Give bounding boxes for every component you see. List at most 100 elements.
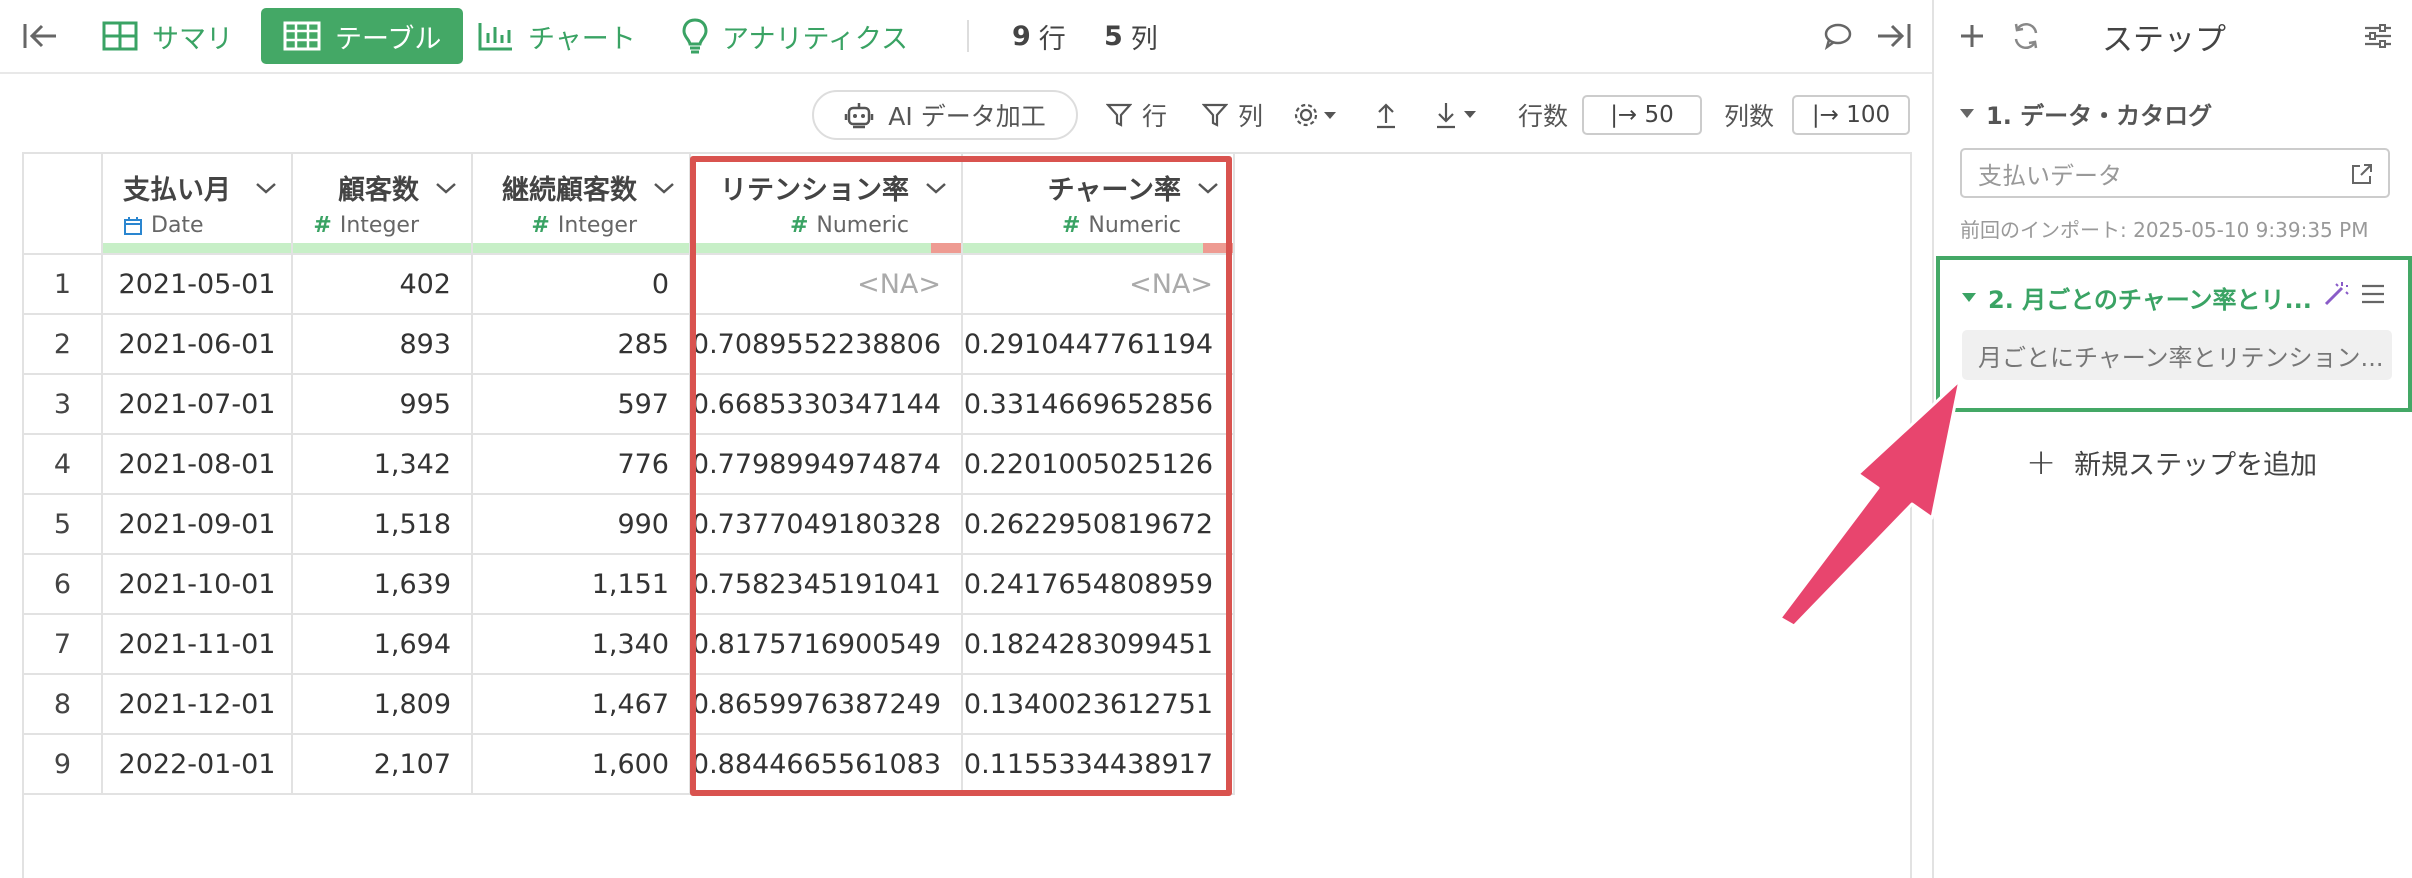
row-filter-button[interactable]: 行 xyxy=(1106,90,1167,140)
cell-retained[interactable]: 1,340 xyxy=(472,614,691,675)
cell-date[interactable]: 2021-11-01 xyxy=(102,614,293,675)
cell-date[interactable]: 2022-01-01 xyxy=(102,734,293,795)
refresh-icon[interactable] xyxy=(2006,16,2046,56)
cell-retention-rate[interactable]: 0.8844665561083 xyxy=(690,734,963,795)
settings-dropdown[interactable] xyxy=(1294,90,1340,140)
cell-churn-rate[interactable]: 0.2910447761194 xyxy=(962,314,1235,375)
table-row: 9 2022-01-01 2,107 1,600 0.8844665561083… xyxy=(24,734,1235,795)
cols-limit-label: 列数 xyxy=(1724,102,1775,131)
chevron-down-icon[interactable] xyxy=(653,181,675,195)
cell-retention-rate[interactable]: 0.7798994974874 xyxy=(690,434,963,495)
rows-limit-label: 行数 xyxy=(1518,102,1569,131)
cell-retained[interactable]: 1,151 xyxy=(472,554,691,615)
cell-churn-rate[interactable]: 0.3314669652856 xyxy=(962,374,1235,435)
download-dropdown[interactable] xyxy=(1434,90,1482,140)
step-2-title: 2. 月ごとのチャーン率とリ... xyxy=(1988,286,2312,314)
cell-date[interactable]: 2021-08-01 xyxy=(102,434,293,495)
magic-wand-icon[interactable] xyxy=(2322,280,2350,308)
column-header-churn-rate[interactable]: チャーン率 # Numeric xyxy=(962,154,1235,255)
cell-retention-rate[interactable]: 0.8659976387249 xyxy=(690,674,963,735)
cell-retention-rate[interactable]: 0.8175716900549 xyxy=(690,614,963,675)
robot-icon xyxy=(844,100,874,130)
steps-panel: ステップ 1. データ・カタログ 支払いデータ 前回のインポート: 2025-0… xyxy=(1932,0,2412,878)
chevron-down-icon[interactable] xyxy=(255,181,277,195)
cell-retained[interactable]: 1,467 xyxy=(472,674,691,735)
step-2-card[interactable]: 2. 月ごとのチャーン率とリ... 月ごとにチャーン率とリテンション... xyxy=(1936,256,2412,412)
bulb-icon xyxy=(682,18,708,54)
cell-retention-rate[interactable]: 0.6685330347144 xyxy=(690,374,963,435)
cell-retention-rate[interactable]: 0.7582345191041 xyxy=(690,554,963,615)
plus-icon[interactable] xyxy=(1952,16,1992,56)
step-2-header[interactable]: 2. 月ごとのチャーン率とリ... xyxy=(1962,280,2312,315)
cell-customers[interactable]: 1,809 xyxy=(292,674,473,735)
cell-retained[interactable]: 0 xyxy=(472,254,691,315)
row-index: 7 xyxy=(24,614,103,675)
cell-churn-rate[interactable]: <NA> xyxy=(962,254,1235,315)
tab-summary[interactable]: サマリ xyxy=(102,8,233,64)
cell-customers[interactable]: 1,639 xyxy=(292,554,473,615)
collapse-left-icon[interactable] xyxy=(18,16,62,56)
chevron-down-icon[interactable] xyxy=(435,181,457,195)
comment-icon[interactable] xyxy=(1818,18,1858,54)
cell-retained[interactable]: 1,600 xyxy=(472,734,691,795)
cell-date[interactable]: 2021-10-01 xyxy=(102,554,293,615)
cell-date[interactable]: 2021-12-01 xyxy=(102,674,293,735)
chevron-down-icon[interactable] xyxy=(1197,181,1219,195)
tab-table[interactable]: テーブル xyxy=(261,8,464,64)
data-table: 支払い月 Date 顧客数 # Integer 継続顧客数 # Integer … xyxy=(24,154,1235,795)
cell-churn-rate[interactable]: 0.1824283099451 xyxy=(962,614,1235,675)
cols-limit-input[interactable]: |→ 100 xyxy=(1792,95,1910,135)
top-toolbar: サマリ テーブル チャート アナリティクス 9 行 5 列 xyxy=(0,0,1932,74)
filter-icon xyxy=(1202,102,1228,128)
cell-customers[interactable]: 893 xyxy=(292,314,473,375)
ai-data-processing-button[interactable]: AI データ加工 xyxy=(812,90,1078,140)
cell-churn-rate[interactable]: 0.2201005025126 xyxy=(962,434,1235,495)
add-step-button[interactable]: + 新規ステップを追加 xyxy=(2026,442,2317,483)
cell-retention-rate[interactable]: 0.7377049180328 xyxy=(690,494,963,555)
cell-date[interactable]: 2021-05-01 xyxy=(102,254,293,315)
cell-customers[interactable]: 402 xyxy=(292,254,473,315)
cell-churn-rate[interactable]: 0.1155334438917 xyxy=(962,734,1235,795)
cell-churn-rate[interactable]: 0.1340023612751 xyxy=(962,674,1235,735)
cell-retention-rate[interactable]: <NA> xyxy=(690,254,963,315)
row-count: 9 行 xyxy=(1012,8,1066,64)
column-header-customers[interactable]: 顧客数 # Integer xyxy=(292,154,473,255)
cell-customers[interactable]: 995 xyxy=(292,374,473,435)
row-index: 8 xyxy=(24,674,103,735)
rows-limit-input[interactable]: |→ 50 xyxy=(1582,95,1702,135)
collapse-right-icon[interactable] xyxy=(1872,16,1916,56)
chart-icon xyxy=(478,21,514,51)
cell-date[interactable]: 2021-07-01 xyxy=(102,374,293,435)
menu-icon[interactable] xyxy=(2360,282,2386,306)
tab-chart[interactable]: チャート xyxy=(478,8,636,64)
cell-customers[interactable]: 2,107 xyxy=(292,734,473,795)
column-type: Integer xyxy=(557,213,637,238)
column-header-payment-month[interactable]: 支払い月 Date xyxy=(102,154,293,255)
column-type: Numeric xyxy=(1088,213,1181,238)
upload-icon[interactable] xyxy=(1374,90,1398,140)
cell-retained[interactable]: 776 xyxy=(472,434,691,495)
column-header-retention-rate[interactable]: リテンション率 # Numeric xyxy=(690,154,963,255)
cell-retained[interactable]: 285 xyxy=(472,314,691,375)
cell-customers[interactable]: 1,342 xyxy=(292,434,473,495)
column-filter-button[interactable]: 列 xyxy=(1202,90,1263,140)
cell-customers[interactable]: 1,694 xyxy=(292,614,473,675)
sliders-icon[interactable] xyxy=(2358,16,2398,56)
cell-date[interactable]: 2021-09-01 xyxy=(102,494,293,555)
step-1-header[interactable]: 1. データ・カタログ xyxy=(1960,96,2212,131)
column-header-retained-customers[interactable]: 継続顧客数 # Integer xyxy=(472,154,691,255)
cell-retention-rate[interactable]: 0.7089552238806 xyxy=(690,314,963,375)
chevron-down-icon[interactable] xyxy=(925,181,947,195)
external-link-icon[interactable] xyxy=(2350,162,2374,186)
download-icon xyxy=(1434,101,1482,129)
cell-customers[interactable]: 1,518 xyxy=(292,494,473,555)
table-body: 1 2021-05-01 402 0 <NA> <NA> 2 2021-06-0… xyxy=(24,254,1235,795)
cell-churn-rate[interactable]: 0.2417654808959 xyxy=(962,554,1235,615)
step-1-source-field[interactable]: 支払いデータ xyxy=(1960,148,2390,198)
cell-retained[interactable]: 597 xyxy=(472,374,691,435)
cell-date[interactable]: 2021-06-01 xyxy=(102,314,293,375)
cell-retained[interactable]: 990 xyxy=(472,494,691,555)
cell-churn-rate[interactable]: 0.2622950819672 xyxy=(962,494,1235,555)
tab-analytics[interactable]: アナリティクス xyxy=(682,8,908,64)
column-name: 顧客数 xyxy=(338,175,419,206)
